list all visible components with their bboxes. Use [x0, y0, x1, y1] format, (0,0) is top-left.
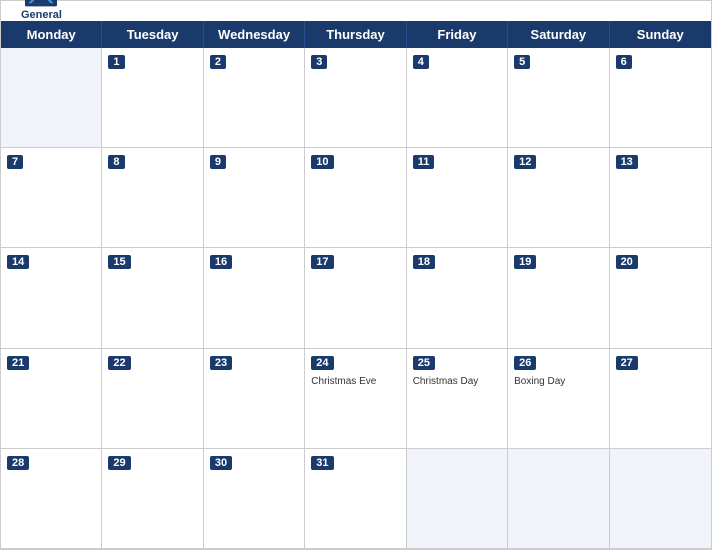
day-number: 22 — [108, 356, 130, 370]
day-cell: 9 — [204, 148, 305, 248]
day-cell: 21 — [1, 349, 102, 449]
logo-text: GeneralBlue — [21, 9, 62, 35]
day-cell: 28 — [1, 449, 102, 549]
day-number: 18 — [413, 255, 435, 269]
day-number: 19 — [514, 255, 536, 269]
day-cell — [610, 449, 711, 549]
day-number: 26 — [514, 356, 536, 370]
day-cell: 15 — [102, 248, 203, 348]
day-number: 23 — [210, 356, 232, 370]
day-cell: 31 — [305, 449, 406, 549]
day-cell: 14 — [1, 248, 102, 348]
day-number: 28 — [7, 456, 29, 470]
logo: GeneralBlue — [21, 0, 62, 35]
day-cell: 4 — [407, 48, 508, 148]
day-cell: 12 — [508, 148, 609, 248]
day-number: 5 — [514, 55, 530, 69]
day-cell: 25 Christmas Day — [407, 349, 508, 449]
day-header-wednesday: Wednesday — [204, 21, 305, 48]
day-cell: 22 — [102, 349, 203, 449]
day-header-thursday: Thursday — [305, 21, 406, 48]
day-header-saturday: Saturday — [508, 21, 609, 48]
day-cell: 24 Christmas Eve — [305, 349, 406, 449]
calendar-grid: 123456789101112131415161718192021222324C… — [1, 48, 711, 549]
day-number: 24 — [311, 356, 333, 370]
day-cell: 8 — [102, 148, 203, 248]
day-cell: 30 — [204, 449, 305, 549]
day-headers-row: MondayTuesdayWednesdayThursdayFridaySatu… — [1, 21, 711, 48]
day-number: 12 — [514, 155, 536, 169]
calendar-container: GeneralBlue MondayTuesdayWednesdayThursd… — [0, 0, 712, 550]
day-number: 13 — [616, 155, 638, 169]
day-number: 20 — [616, 255, 638, 269]
day-cell: 3 — [305, 48, 406, 148]
day-number: 21 — [7, 356, 29, 370]
day-number: 25 — [413, 356, 435, 370]
day-cell: 2 — [204, 48, 305, 148]
day-header-sunday: Sunday — [610, 21, 711, 48]
holiday-name: Christmas Day — [413, 375, 501, 388]
day-number: 30 — [210, 456, 232, 470]
day-number: 15 — [108, 255, 130, 269]
day-number: 2 — [210, 55, 226, 69]
day-header-friday: Friday — [407, 21, 508, 48]
day-cell: 1 — [102, 48, 203, 148]
holiday-name: Boxing Day — [514, 375, 602, 388]
day-number: 16 — [210, 255, 232, 269]
day-cell: 26 Boxing Day — [508, 349, 609, 449]
day-number: 14 — [7, 255, 29, 269]
day-cell — [1, 48, 102, 148]
day-cell: 7 — [1, 148, 102, 248]
day-cell: 27 — [610, 349, 711, 449]
day-cell: 29 — [102, 449, 203, 549]
day-number: 11 — [413, 155, 435, 169]
day-number: 27 — [616, 356, 638, 370]
day-number: 10 — [311, 155, 333, 169]
day-cell: 18 — [407, 248, 508, 348]
day-cell: 23 — [204, 349, 305, 449]
logo-icon — [25, 0, 57, 7]
day-header-tuesday: Tuesday — [102, 21, 203, 48]
day-number: 31 — [311, 456, 333, 470]
day-cell: 11 — [407, 148, 508, 248]
day-cell: 5 — [508, 48, 609, 148]
day-cell: 20 — [610, 248, 711, 348]
day-cell: 19 — [508, 248, 609, 348]
day-cell: 10 — [305, 148, 406, 248]
day-number: 3 — [311, 55, 327, 69]
day-cell: 13 — [610, 148, 711, 248]
day-number: 8 — [108, 155, 124, 169]
day-number: 17 — [311, 255, 333, 269]
calendar-header: GeneralBlue — [1, 1, 711, 21]
day-number: 7 — [7, 155, 23, 169]
day-number: 4 — [413, 55, 429, 69]
day-number: 9 — [210, 155, 226, 169]
day-cell: 17 — [305, 248, 406, 348]
day-number: 6 — [616, 55, 632, 69]
day-cell: 16 — [204, 248, 305, 348]
day-number: 29 — [108, 456, 130, 470]
day-cell: 6 — [610, 48, 711, 148]
day-number: 1 — [108, 55, 124, 69]
day-cell — [407, 449, 508, 549]
holiday-name: Christmas Eve — [311, 375, 399, 388]
day-cell — [508, 449, 609, 549]
